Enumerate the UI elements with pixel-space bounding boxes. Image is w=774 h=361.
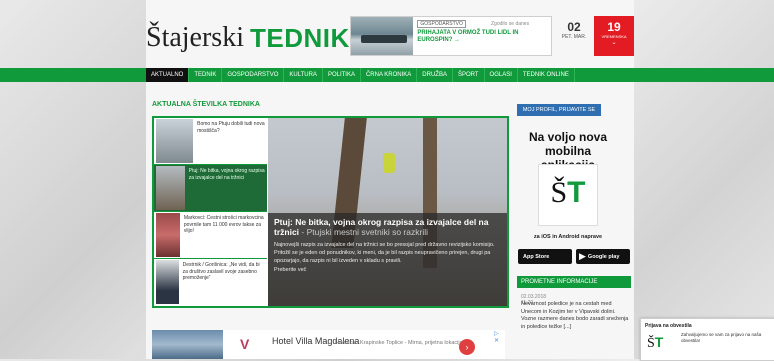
logo-text-part1: Štajerski bbox=[146, 22, 244, 53]
featured-thumb[interactable]: Destrnik / Gorišnica: „Ne vidi, da bi za… bbox=[154, 259, 267, 305]
traffic-info-header[interactable]: PROMETNE INFORMACIJE bbox=[517, 276, 631, 288]
nav-item-gospodarstvo[interactable]: GOSPODARSTVO bbox=[222, 68, 285, 82]
app-logo-t: T bbox=[567, 176, 586, 209]
logo-text-part2: TEDNIK bbox=[250, 23, 350, 53]
featured-thumb-list: Bomo na Ptuju dobili tudi nova mostišča?… bbox=[154, 118, 267, 306]
notification-logo: ŠT bbox=[647, 335, 663, 351]
app-logo[interactable]: ŠT bbox=[538, 164, 598, 226]
site-header: Štajerski TEDNIK GOSPODARSTVO Zgodilo se… bbox=[146, 10, 634, 60]
app-store-label: App Store bbox=[523, 253, 550, 260]
app-store-button[interactable]: App Store bbox=[518, 249, 572, 264]
promo-image bbox=[351, 17, 414, 55]
nav-item-tednik-online[interactable]: TEDNIK ONLINE bbox=[518, 68, 575, 82]
notification-title: Prijava na obvestila bbox=[645, 323, 692, 329]
section-title: AKTUALNA ŠTEVILKA TEDNIKA bbox=[152, 101, 260, 108]
nav-item-politika[interactable]: POLITIKA bbox=[323, 68, 361, 82]
weather-widget[interactable]: 19 VREMENSKA ⌄ bbox=[594, 16, 634, 56]
nav-item-sport[interactable]: ŠPORT bbox=[453, 68, 485, 82]
thumb-image bbox=[156, 166, 185, 210]
thumb-title: Destrnik / Gorišnica: „Ne vidi, da bi za… bbox=[182, 262, 260, 281]
nav-item-crna-kronika[interactable]: ČRNA KRONIKA bbox=[361, 68, 418, 82]
thumb-title: Ptuj: Ne bitka, vojna okrog razpisa za i… bbox=[188, 168, 265, 181]
read-more-link[interactable]: Preberite več bbox=[274, 267, 501, 273]
featured-caption: Ptuj: Ne bitka, vojna okrog razpisa za i… bbox=[268, 213, 507, 306]
chevron-down-icon: ⌄ bbox=[611, 40, 617, 46]
worker-figure bbox=[383, 153, 395, 173]
featured-subtitle: - Ptujski mestni svetniki so razkrili bbox=[301, 227, 428, 237]
main-navigation: AKTUALNO TEDNIK GOSPODARSTVO KULTURA POL… bbox=[0, 68, 774, 82]
date-day-number: 02 bbox=[567, 20, 581, 34]
google-play-label: Google play bbox=[587, 253, 620, 260]
nav-item-oglasi[interactable]: OGLASI bbox=[485, 68, 518, 82]
featured-summary: Najnovejši razpis za izvajalce del na tr… bbox=[274, 242, 495, 264]
play-icon: ▶ bbox=[579, 251, 586, 261]
promo-category[interactable]: GOSPODARSTVO bbox=[417, 20, 466, 28]
weather-temperature: 19 bbox=[607, 20, 621, 34]
thumb-image bbox=[156, 119, 194, 163]
thumb-image bbox=[156, 213, 180, 257]
traffic-info-text[interactable]: Nevarnost poledice je na cestah med Unec… bbox=[521, 301, 629, 331]
featured-main-image[interactable]: Ptuj: Ne bitka, vojna okrog razpisa za i… bbox=[268, 118, 507, 306]
notif-logo-s: Š bbox=[647, 336, 655, 351]
notif-logo-t: T bbox=[654, 334, 664, 350]
ad-close-icon[interactable]: ▷ ✕ bbox=[494, 330, 505, 344]
promo-title[interactable]: PRIHAJATA V ORMOŽ TUDI LIDL IN EUROSPIN?… bbox=[417, 30, 547, 44]
header-promo[interactable]: GOSPODARSTVO Zgodilo se danes PRIHAJATA … bbox=[350, 16, 552, 56]
nav-item-druzba[interactable]: DRUŽBA bbox=[417, 68, 453, 82]
featured-thumb[interactable]: Bomo na Ptuju dobili tudi nova mostišča? bbox=[154, 118, 267, 165]
thumb-title: Bomo na Ptuju dobili tudi nova mostišča? bbox=[197, 121, 265, 134]
app-logo-s: Š bbox=[550, 176, 568, 209]
site-logo[interactable]: Štajerski TEDNIK bbox=[146, 20, 350, 53]
notification-popup[interactable]: Prijava na obvestila ŠT Zahvaljujemo se … bbox=[640, 318, 774, 361]
nav-item-tednik[interactable]: TEDNIK bbox=[189, 68, 223, 82]
hotel-ad-banner[interactable]: V Hotel Villa Magdalena Hrvaška - Krapin… bbox=[152, 330, 505, 359]
date-display: 02 PET. MAR. bbox=[556, 20, 592, 50]
ad-image bbox=[152, 330, 223, 359]
ad-arrow-icon[interactable]: › bbox=[459, 339, 475, 355]
nav-item-aktualno[interactable]: AKTUALNO bbox=[146, 68, 190, 82]
featured-thumb[interactable]: Markovci: Cestni strošci markovcina povr… bbox=[154, 212, 267, 259]
app-promo-subtitle: za iOS in Android naprave bbox=[533, 234, 603, 240]
thumb-image bbox=[156, 260, 179, 304]
nav-item-kultura[interactable]: KULTURA bbox=[284, 68, 323, 82]
featured-slider: Bomo na Ptuju dobili tudi nova mostišča?… bbox=[152, 116, 509, 308]
hotel-logo-icon: V bbox=[240, 336, 250, 352]
ad-subtitle: Hrvaška - Krapinske Toplice - Mirna, pri… bbox=[335, 340, 463, 346]
google-play-button[interactable]: ▶ Google play bbox=[576, 249, 630, 264]
date-label: PET. MAR. bbox=[561, 34, 587, 40]
promo-date: Zgodilo se danes bbox=[491, 21, 530, 27]
featured-title[interactable]: Ptuj: Ne bitka, vojna okrog razpisa za i… bbox=[274, 217, 501, 237]
notification-text: Zahvaljujemo se vam za prijavo na naša o… bbox=[681, 332, 762, 343]
thumb-title: Markovci: Cestni strošci markovcina povr… bbox=[183, 215, 264, 234]
profile-login-button[interactable]: MOJ PROFIL, PRIJAVITE SE bbox=[517, 104, 601, 116]
featured-thumb[interactable]: Ptuj: Ne bitka, vojna okrog razpisa za i… bbox=[154, 165, 267, 212]
